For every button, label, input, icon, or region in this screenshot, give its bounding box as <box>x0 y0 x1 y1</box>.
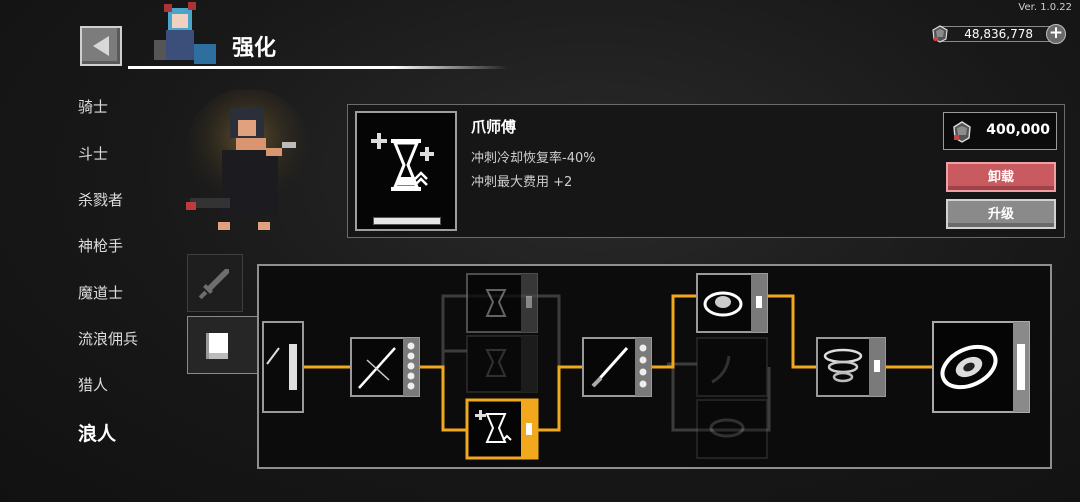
class-item-hunter[interactable]: 猎人 <box>78 374 108 395</box>
sword-icon <box>198 269 229 300</box>
back-arrow-icon <box>93 36 109 56</box>
tab-skills[interactable] <box>187 316 259 374</box>
tree-node-branch-a[interactable] <box>466 273 538 333</box>
currency-amount: 48,836,778 <box>940 26 1052 42</box>
plus-icon: + <box>1048 23 1064 43</box>
class-item-mercenary[interactable]: 流浪佣兵 <box>78 328 138 349</box>
skill-effect-2: 冲刺最大费用 +2 <box>471 175 573 190</box>
tree-node-slash[interactable] <box>350 337 420 397</box>
header-divider <box>128 66 508 69</box>
skill-level-bar <box>373 217 441 225</box>
hourglass-icon <box>371 133 434 191</box>
skill-effect-1: 冲刺冷却恢复率-40% <box>471 151 596 166</box>
skill-name: 爪师傅 <box>471 118 517 136</box>
class-item-ronin[interactable]: 浪人 <box>78 419 116 446</box>
book-icon <box>205 333 228 359</box>
skill-tree <box>262 273 1030 460</box>
price-value: 400,000 <box>986 122 1050 138</box>
tree-node-branch-b[interactable] <box>466 335 538 393</box>
tree-node-ultimate[interactable] <box>932 321 1030 413</box>
tree-node-vortex-blade[interactable] <box>696 273 768 333</box>
tree-node-root[interactable] <box>262 321 304 413</box>
class-item-mage[interactable]: 魔道士 <box>78 282 123 303</box>
tree-node-hourglass-selected[interactable] <box>465 398 539 460</box>
selected-skill-card <box>355 111 457 231</box>
currency-display: 48,836,778 + <box>930 24 1066 44</box>
tree-node-katana[interactable] <box>582 337 652 397</box>
class-item-slayer[interactable]: 杀戮者 <box>78 189 123 210</box>
class-item-knight[interactable]: 骑士 <box>78 96 108 117</box>
ronin-sprite <box>186 90 310 230</box>
page-title: 强化 <box>232 36 277 61</box>
upgrade-button[interactable]: 升级 <box>946 199 1056 229</box>
class-item-gunner[interactable]: 神枪手 <box>78 235 123 256</box>
add-currency-button[interactable]: + <box>1046 24 1066 44</box>
class-item-fighter[interactable]: 斗士 <box>78 143 108 164</box>
tree-node-tornado-dim[interactable] <box>696 399 768 459</box>
back-button[interactable] <box>80 26 122 66</box>
upgrade-price: 400,000 <box>943 112 1057 150</box>
version-label: Ver. 1.0.22 <box>1018 2 1072 13</box>
gem-icon <box>953 121 971 143</box>
tree-node-wind[interactable] <box>696 337 768 397</box>
gem-icon <box>932 25 948 43</box>
tab-weapon[interactable] <box>187 254 243 312</box>
unequip-button[interactable]: 卸载 <box>946 162 1056 192</box>
tree-node-tornado[interactable] <box>816 337 886 397</box>
character-portrait <box>154 2 216 64</box>
